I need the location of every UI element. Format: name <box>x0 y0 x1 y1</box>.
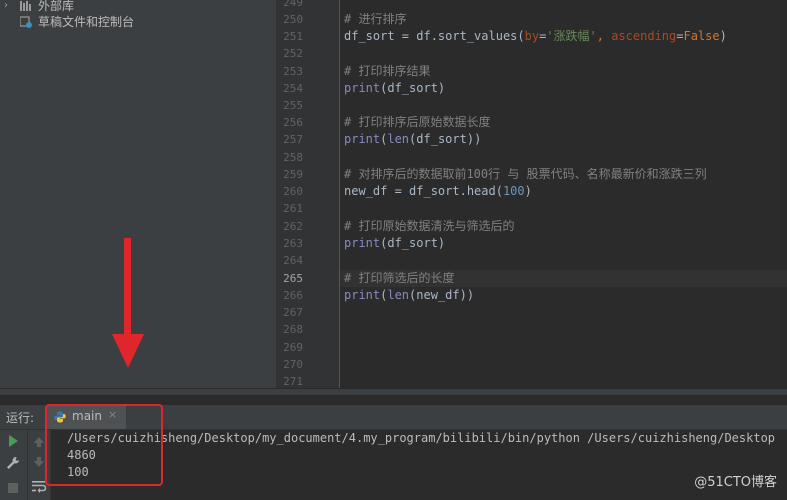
code-line-257: print(len(df_sort)) <box>344 131 481 148</box>
line-number: 264 <box>283 254 303 267</box>
line-number: 270 <box>283 358 303 371</box>
code-line-256: # 打印排序后原始数据长度 <box>344 114 490 131</box>
line-number: 251 <box>283 30 303 43</box>
code-token: ) <box>524 184 532 198</box>
code-line-265: # 打印筛选后的长度 <box>344 270 454 287</box>
builtin: print <box>344 236 381 250</box>
stop-icon[interactable] <box>4 480 22 496</box>
chevron-right-icon[interactable]: › <box>4 0 8 15</box>
comment: # 打印排序结果 <box>344 64 431 78</box>
code-token: (df_sort)) <box>409 132 482 146</box>
code-token: df_sort = df.sort_values( <box>344 29 525 43</box>
code-editor[interactable]: # 进行排序 df_sort = df.sort_values(by='涨跌幅'… <box>340 0 787 388</box>
line-number: 267 <box>283 306 303 319</box>
code-token: (df_sort) <box>380 81 446 95</box>
comment: # 打印排序后原始数据长度 <box>344 115 491 129</box>
annotation-highlight-box <box>45 404 163 486</box>
comment: # 打印筛选后的长度 <box>344 271 455 285</box>
wrench-icon[interactable] <box>4 455 22 471</box>
line-number: 266 <box>283 289 303 302</box>
console-line-command: /Users/cuizhisheng/Desktop/my_document/4… <box>67 431 776 445</box>
code-line-251: df_sort = df.sort_values(by='涨跌幅', ascen… <box>344 28 727 45</box>
builtin: print <box>344 132 381 146</box>
watermark: @51CTO博客 <box>694 475 777 490</box>
panel-splitter[interactable] <box>0 388 787 395</box>
line-number: 250 <box>283 13 303 26</box>
comment: # 进行排序 <box>344 12 407 26</box>
param-name: by <box>524 29 540 43</box>
line-number: 262 <box>283 220 303 233</box>
line-number: 268 <box>283 323 303 336</box>
code-token: (new_df)) <box>409 288 475 302</box>
line-number: 263 <box>283 237 303 250</box>
string-literal: '涨跌幅' <box>546 29 597 43</box>
code-line-259: # 对排序后的数据取前100行 与 股票代码、名称最新价和涨跌三列 <box>344 166 707 183</box>
rerun-icon[interactable] <box>4 433 22 449</box>
code-line-266: print(len(new_df)) <box>344 287 474 304</box>
line-number: 269 <box>283 341 303 354</box>
number-literal: 100 <box>502 184 525 198</box>
line-number-gutter: 249 250 251 252 253 254 255 256 257 258 … <box>277 0 340 388</box>
code-token: new_df = df_sort.head( <box>344 184 503 198</box>
code-line-263: print(df_sort) <box>344 235 445 252</box>
line-number-current: 265 <box>283 272 303 285</box>
builtin: len <box>387 288 410 302</box>
scratches-icon <box>20 16 32 28</box>
line-number: 255 <box>283 99 303 112</box>
line-number: 249 <box>283 0 303 9</box>
line-number: 252 <box>283 47 303 60</box>
line-number: 253 <box>283 65 303 78</box>
line-number: 257 <box>283 133 303 146</box>
code-token: ) <box>719 29 727 43</box>
line-number: 259 <box>283 168 303 181</box>
builtin: print <box>344 288 381 302</box>
code-line-260: new_df = df_sort.head(100) <box>344 183 532 200</box>
param-name: ascending <box>611 29 677 43</box>
code-line-254: print(df_sort) <box>344 80 445 97</box>
keyword: False <box>683 29 720 43</box>
library-icon <box>20 1 31 11</box>
line-number: 260 <box>283 185 303 198</box>
line-number: 261 <box>283 202 303 215</box>
comment: # 打印原始数据清洗与筛选后的 <box>344 219 515 233</box>
line-number: 256 <box>283 116 303 129</box>
builtin: len <box>387 132 410 146</box>
code-line-253: # 打印排序结果 <box>344 63 430 80</box>
code-token: (df_sort) <box>380 236 446 250</box>
line-number: 254 <box>283 82 303 95</box>
comment: # 对排序后的数据取前100行 与 股票代码、名称最新价和涨跌三列 <box>344 167 707 181</box>
run-side-toolbar <box>0 430 28 500</box>
line-number: 258 <box>283 151 303 164</box>
tree-item-label: 草稿文件和控制台 <box>38 15 135 29</box>
annotation-arrow-icon <box>112 238 144 368</box>
builtin: print <box>344 81 381 95</box>
run-label: 运行: <box>6 411 35 425</box>
code-line-262: # 打印原始数据清洗与筛选后的 <box>344 218 514 235</box>
code-line-250: # 进行排序 <box>344 11 406 28</box>
code-token: , <box>596 29 612 43</box>
